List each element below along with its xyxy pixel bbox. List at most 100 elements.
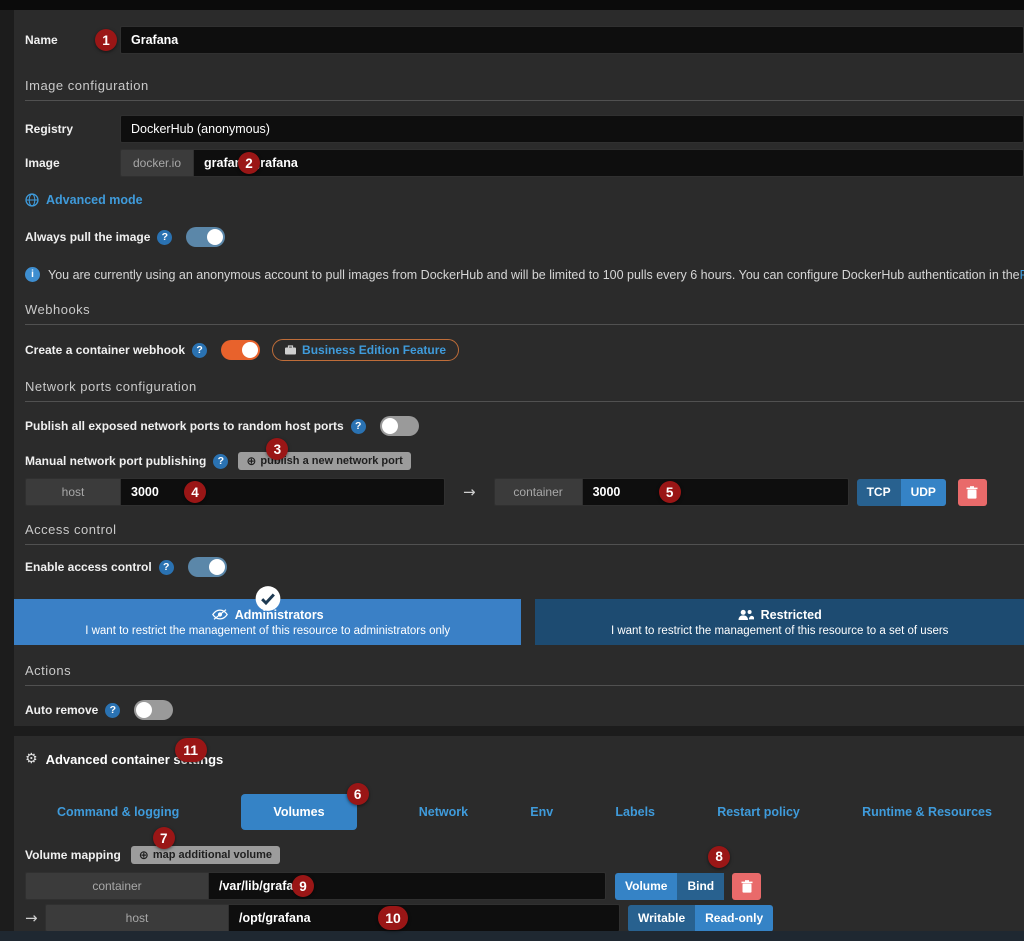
trash-icon (966, 486, 978, 499)
tab-network[interactable]: Network (419, 805, 468, 819)
eye-slash-icon (212, 608, 228, 621)
always-pull-toggle[interactable] (186, 227, 225, 247)
volume-host-row: → host 10 Writable Read-only (25, 904, 1024, 932)
name-input[interactable] (120, 26, 1024, 54)
webhooks-header: Webhooks (25, 302, 1024, 325)
enable-access-row: Enable access control ? (25, 557, 1024, 577)
administrators-option[interactable]: Administrators I want to restrict the ma… (14, 599, 521, 645)
restricted-option[interactable]: Restricted I want to restrict the manage… (535, 599, 1024, 645)
image-label: Image (25, 156, 120, 170)
create-webhook-toggle[interactable] (221, 340, 260, 360)
map-additional-volume-label: map additional volume (153, 849, 272, 861)
publish-new-port-button[interactable]: ⊕ publish a new network port 3 (238, 452, 410, 470)
volume-writable-button[interactable]: Writable (628, 905, 695, 932)
manual-port-row: Manual network port publishing ? ⊕ publi… (25, 452, 1024, 470)
briefcase-icon (285, 345, 296, 355)
registry-select[interactable]: DockerHub (anonymous) (120, 115, 1024, 143)
step-badge-1: 1 (95, 29, 117, 51)
create-container-panel: Name 1 Image configuration Registry Dock… (14, 10, 1024, 726)
advanced-settings-tabs: Command & logging Volumes 6 Network Env … (25, 792, 1024, 832)
restricted-subtitle: I want to restrict the management of thi… (611, 625, 949, 637)
tcp-button[interactable]: TCP (857, 479, 901, 506)
volume-container-row: container 9 Volume Bind 8 (25, 872, 1024, 900)
access-control-options: Administrators I want to restrict the ma… (14, 599, 1024, 645)
host-port-input[interactable] (120, 478, 445, 506)
tab-volumes[interactable]: Volumes 6 (241, 794, 356, 830)
volume-readonly-button[interactable]: Read-only (695, 905, 773, 932)
help-icon: ? (351, 419, 366, 434)
network-ports-header: Network ports configuration (25, 379, 1024, 402)
volume-type-volume-button[interactable]: Volume (615, 873, 677, 900)
step-badge-6: 6 (347, 783, 369, 805)
tab-labels[interactable]: Labels (615, 805, 655, 819)
create-webhook-label: Create a container webhook (25, 343, 185, 357)
volume-type-bind-button[interactable]: Bind (677, 873, 724, 900)
udp-button[interactable]: UDP (901, 479, 946, 506)
administrators-subtitle: I want to restrict the management of thi… (85, 625, 450, 637)
volume-host-path-input[interactable] (228, 904, 620, 932)
tab-restart-policy[interactable]: Restart policy (717, 805, 800, 819)
image-registry-addon: docker.io (120, 149, 193, 177)
step-badge-5: 5 (659, 481, 681, 503)
always-pull-label: Always pull the image (25, 230, 150, 244)
plus-circle-icon: ⊕ (246, 455, 256, 467)
top-bar (0, 0, 1024, 10)
help-icon: ? (105, 703, 120, 718)
volume-host-addon: host (45, 904, 228, 932)
container-port-addon: container (494, 478, 582, 506)
tab-env[interactable]: Env (530, 805, 553, 819)
bottom-strip (0, 931, 1024, 941)
publish-all-toggle[interactable] (380, 416, 419, 436)
host-port-addon: host (25, 478, 120, 506)
volume-mapping-label: Volume mapping (25, 848, 121, 862)
dockerhub-notice: i You are currently using an anonymous a… (25, 267, 1024, 282)
info-icon: i (25, 267, 40, 282)
arrow-right-icon: → (463, 483, 476, 501)
actions-header: Actions (25, 663, 1024, 686)
registries-view-link[interactable]: Registries View (1020, 268, 1024, 282)
tab-volumes-label: Volumes (273, 805, 324, 819)
volume-mapping-row: Volume mapping ⊕ map additional volume 7 (25, 846, 1024, 864)
publish-all-row: Publish all exposed network ports to ran… (25, 416, 1024, 436)
auto-remove-toggle[interactable] (134, 700, 173, 720)
plus-circle-icon: ⊕ (139, 849, 149, 861)
gear-icon: ⚙ (25, 751, 38, 767)
tab-command-logging[interactable]: Command & logging (57, 805, 179, 819)
business-edition-label: Business Edition Feature (302, 343, 446, 357)
trash-icon (741, 880, 753, 893)
image-row: Image docker.io 2 (25, 149, 1024, 177)
step-badge-11: 11 (175, 738, 207, 762)
advanced-mode-link[interactable]: Advanced mode (46, 193, 143, 207)
remove-port-button[interactable] (958, 479, 987, 506)
image-configuration-header: Image configuration (25, 78, 1024, 101)
users-icon (738, 609, 754, 621)
step-badge-4: 4 (184, 481, 206, 503)
always-pull-row: Always pull the image ? (25, 227, 1024, 247)
registry-selected-value: DockerHub (anonymous) (131, 122, 270, 136)
auto-remove-label: Auto remove (25, 703, 98, 717)
help-icon: ? (157, 230, 172, 245)
registry-label: Registry (25, 122, 120, 136)
restricted-title: Restricted (761, 608, 822, 622)
manual-port-label: Manual network port publishing (25, 454, 206, 468)
business-edition-badge[interactable]: Business Edition Feature (272, 339, 459, 361)
port-mapping-row: host 4 → container 5 TCP UDP (25, 478, 1024, 506)
step-badge-2: 2 (238, 152, 260, 174)
image-input[interactable] (193, 149, 1024, 177)
volume-container-addon: container (25, 872, 208, 900)
name-input-wrap: 1 (120, 26, 1024, 54)
step-badge-7: 7 (153, 827, 175, 849)
tab-runtime-resources[interactable]: Runtime & Resources (862, 805, 992, 819)
webhook-row: Create a container webhook ? Business Ed… (25, 339, 1024, 361)
enable-access-toggle[interactable] (188, 557, 227, 577)
publish-all-label: Publish all exposed network ports to ran… (25, 419, 344, 433)
remove-volume-button[interactable] (732, 873, 761, 900)
step-badge-8: 8 (708, 846, 730, 868)
advanced-settings-panel: ⚙ Advanced container settings Command & … (14, 736, 1024, 931)
advanced-mode-row: Advanced mode (25, 193, 1024, 207)
enable-access-label: Enable access control (25, 560, 152, 574)
access-control-header: Access control (25, 522, 1024, 545)
container-port-input[interactable] (582, 478, 849, 506)
map-additional-volume-button[interactable]: ⊕ map additional volume 7 (131, 846, 280, 864)
volume-container-path-input[interactable] (208, 872, 606, 900)
